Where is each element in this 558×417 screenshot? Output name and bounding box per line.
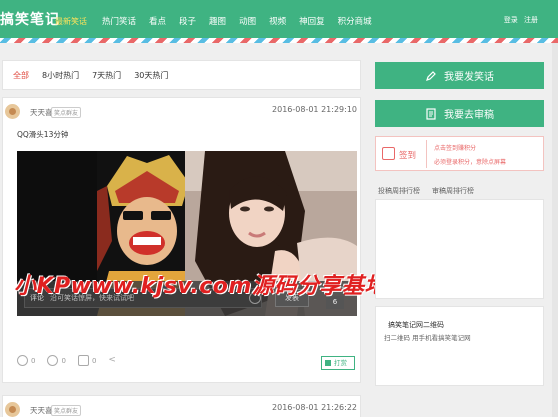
- qr-subtitle: 扫二维码 用手机看搞笑笔记网: [384, 334, 471, 342]
- register-link[interactable]: 注册: [524, 16, 538, 24]
- sign-in-note: 必须登录积分，意除点屏幕: [434, 159, 507, 166]
- review-label: 我要去审稿: [444, 110, 494, 121]
- post-card: 天天喜 笑点群友 2016-08-01 21:29:10 QQ滑头13分钟 评论…: [2, 97, 361, 383]
- divider: [426, 140, 427, 168]
- post-card: 天天喜 笑点群友 2016-08-01 21:26:22: [2, 395, 361, 417]
- nav-funny-pics[interactable]: 趣图: [209, 15, 226, 27]
- nav-highlights[interactable]: 看点: [149, 15, 166, 27]
- nav-hot-jokes[interactable]: 热门笑话: [102, 15, 136, 27]
- post-title: QQ滑头13分钟: [17, 130, 69, 139]
- nav-points-mall[interactable]: 积分商城: [338, 15, 372, 27]
- tab-all[interactable]: 全部: [13, 70, 29, 81]
- submit-joke-button[interactable]: 我要发笑话: [375, 62, 544, 89]
- nav-short-jokes[interactable]: 段子: [179, 15, 196, 27]
- post-author[interactable]: 天天喜: [30, 107, 53, 118]
- user-level-badge: 笑点群友: [51, 107, 82, 118]
- tab-submit-weekly-rank[interactable]: 投稿周排行榜: [378, 186, 420, 196]
- nav-videos[interactable]: 视频: [269, 15, 286, 27]
- page-scrollbar[interactable]: [552, 43, 558, 417]
- dislike-button[interactable]: 0: [47, 355, 66, 366]
- tab-30d-hot[interactable]: 30天热门: [134, 70, 168, 81]
- comment-icon: [77, 355, 89, 366]
- auth-links: 登录 注册: [500, 15, 538, 25]
- ranking-tabs: 投稿周排行榜 审稿周排行榜: [378, 186, 486, 196]
- review-button[interactable]: 我要去审稿: [375, 100, 544, 127]
- top-header: 搞笑笔记 最新笑话 热门笑话 看点 段子 趣图 动图 视频 神回复 积分商城 登…: [0, 0, 558, 38]
- login-link[interactable]: 登录: [504, 16, 518, 24]
- post-time: 2016-08-01 21:26:22: [272, 403, 357, 412]
- share-icon: [108, 355, 116, 366]
- dislike-count: 0: [61, 356, 66, 365]
- sign-in-box[interactable]: 签到 点击签到赚积分 必须登录积分，意除点屏幕: [375, 136, 544, 171]
- share-button[interactable]: [108, 355, 119, 366]
- avatar[interactable]: [5, 104, 20, 119]
- tab-review-weekly-rank[interactable]: 审稿周排行榜: [432, 186, 474, 196]
- smile-icon: [17, 355, 28, 366]
- tab-8h-hot[interactable]: 8小时热门: [42, 70, 79, 81]
- qr-code-panel: 搞笑笔记网二维码 扫二维码 用手机看搞笑笔记网: [375, 306, 544, 386]
- header-stripe-divider: [0, 38, 558, 43]
- like-button[interactable]: 0: [17, 355, 35, 366]
- latest-jokes-link[interactable]: 最新笑话: [55, 16, 87, 27]
- ranking-panel: [375, 199, 544, 299]
- comment-count: 0: [91, 356, 97, 365]
- sign-in-label: 签到: [399, 151, 417, 161]
- nav-god-replies[interactable]: 神回复: [299, 15, 325, 27]
- sign-in-hint: 点击签到赚积分: [434, 145, 477, 152]
- submit-joke-label: 我要发笑话: [444, 72, 494, 83]
- like-count: 0: [31, 356, 36, 365]
- document-icon: [426, 107, 436, 120]
- qr-title: 搞笑笔记网二维码: [388, 321, 444, 329]
- tip-button[interactable]: 打赏: [321, 356, 355, 370]
- sad-icon: [47, 355, 59, 366]
- filter-tabs: 全部 8小时热门 7天热门 30天热门: [2, 60, 361, 90]
- main-nav: 热门笑话 看点 段子 趣图 动图 视频 神回复 积分商城: [102, 15, 385, 27]
- post-author[interactable]: 天天喜: [30, 405, 53, 416]
- post-actions: 0 0 0: [17, 355, 131, 366]
- avatar[interactable]: [5, 402, 20, 417]
- post-time: 2016-08-01 21:29:10: [272, 105, 357, 114]
- watermark-text: 小KPwww.kjsv.com源码分享基地: [14, 274, 387, 299]
- tab-7d-hot[interactable]: 7天热门: [92, 70, 121, 81]
- site-logo[interactable]: 搞笑笔记: [0, 9, 60, 29]
- pencil-icon: [426, 70, 436, 81]
- user-level-badge: 笑点群友: [51, 405, 82, 416]
- comment-button[interactable]: 0: [77, 355, 97, 366]
- nav-gifs[interactable]: 动图: [239, 15, 256, 27]
- calendar-icon: [382, 147, 395, 160]
